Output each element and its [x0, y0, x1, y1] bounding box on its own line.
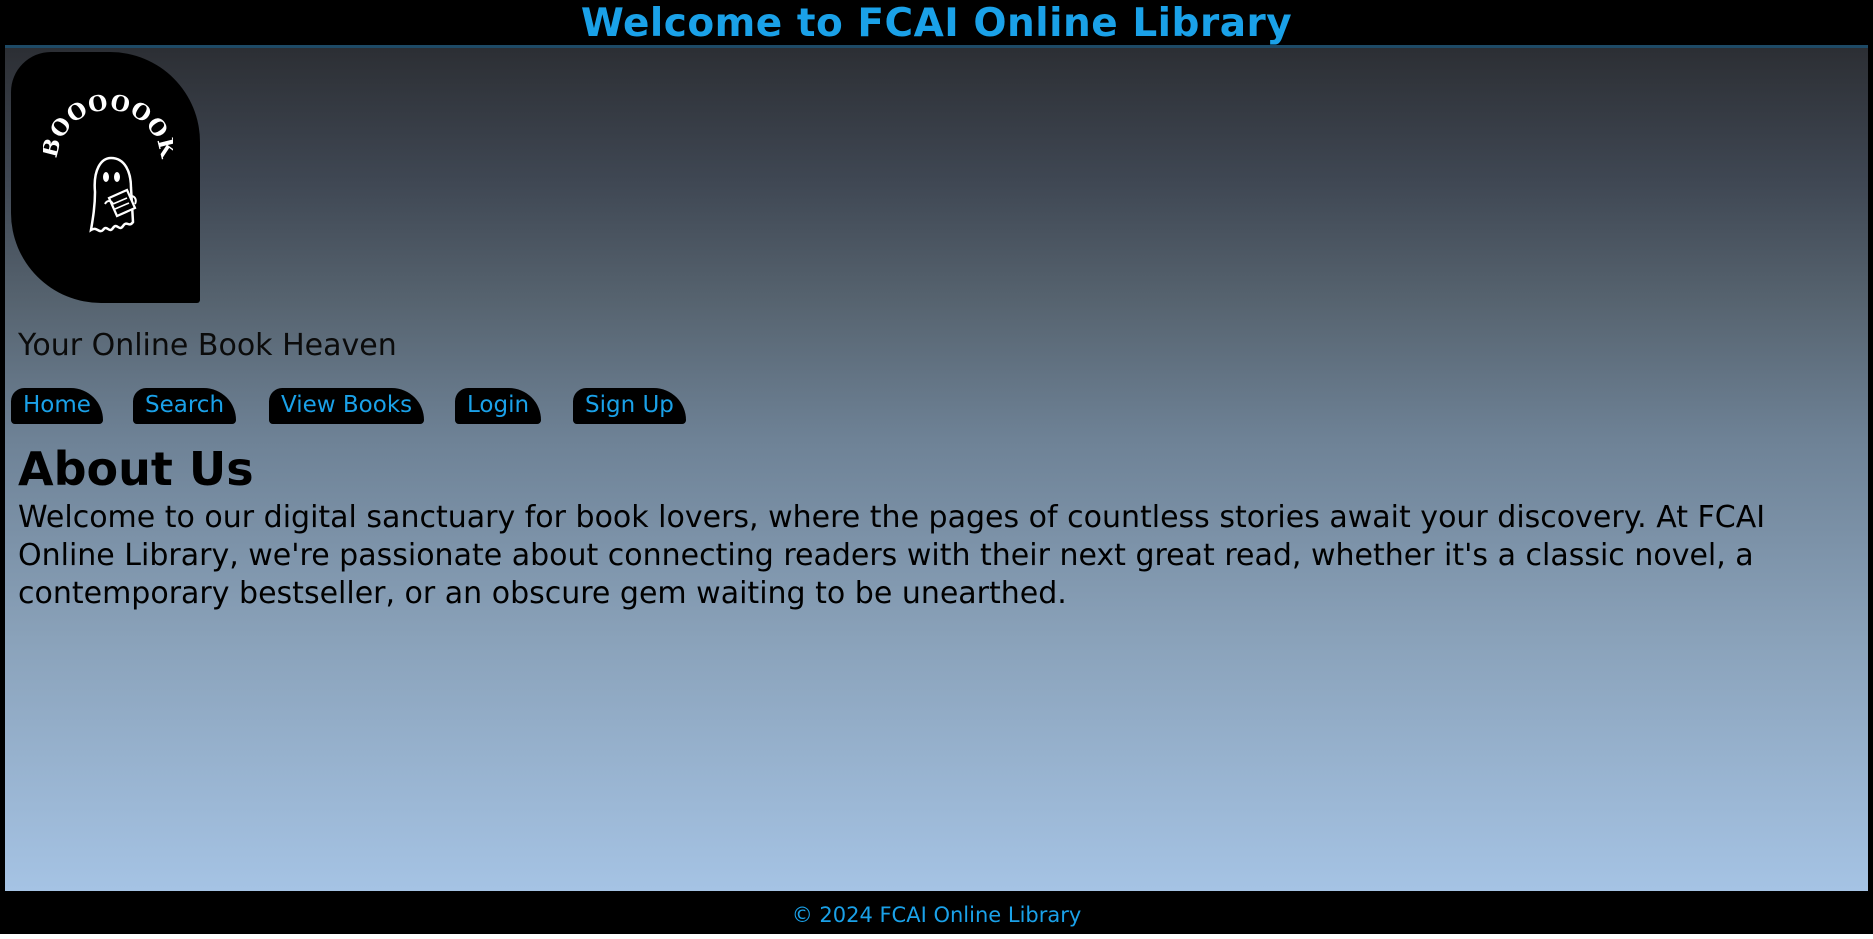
nav-home-link[interactable]: Home	[11, 388, 103, 424]
nav-search-link[interactable]: Search	[133, 388, 237, 424]
nav-view-books-link[interactable]: View Books	[269, 388, 425, 424]
site-footer: © 2024 FCAI Online Library	[5, 891, 1868, 934]
nav-sign-up-link[interactable]: Sign Up	[573, 388, 686, 424]
site-tagline: Your Online Book Heaven	[18, 328, 397, 363]
copyright-text: © 2024 FCAI Online Library	[791, 903, 1082, 927]
ghost-reading-book-icon: BOOOOOOKS	[43, 92, 173, 233]
page: Welcome to FCAI Online Library BOOOOOOKS…	[0, 0, 1873, 934]
page-title: Welcome to FCAI Online Library	[580, 1, 1293, 46]
about-paragraph: Welcome to our digital sanctuary for boo…	[18, 500, 1766, 611]
site-logo[interactable]: BOOOOOOKS	[11, 52, 200, 303]
nav-login-link[interactable]: Login	[455, 388, 542, 424]
about-heading: About Us	[18, 442, 254, 496]
svg-text:BOOOOOOKS: BOOOOOOKS	[43, 92, 173, 161]
top-header: Welcome to FCAI Online Library	[5, 0, 1868, 48]
